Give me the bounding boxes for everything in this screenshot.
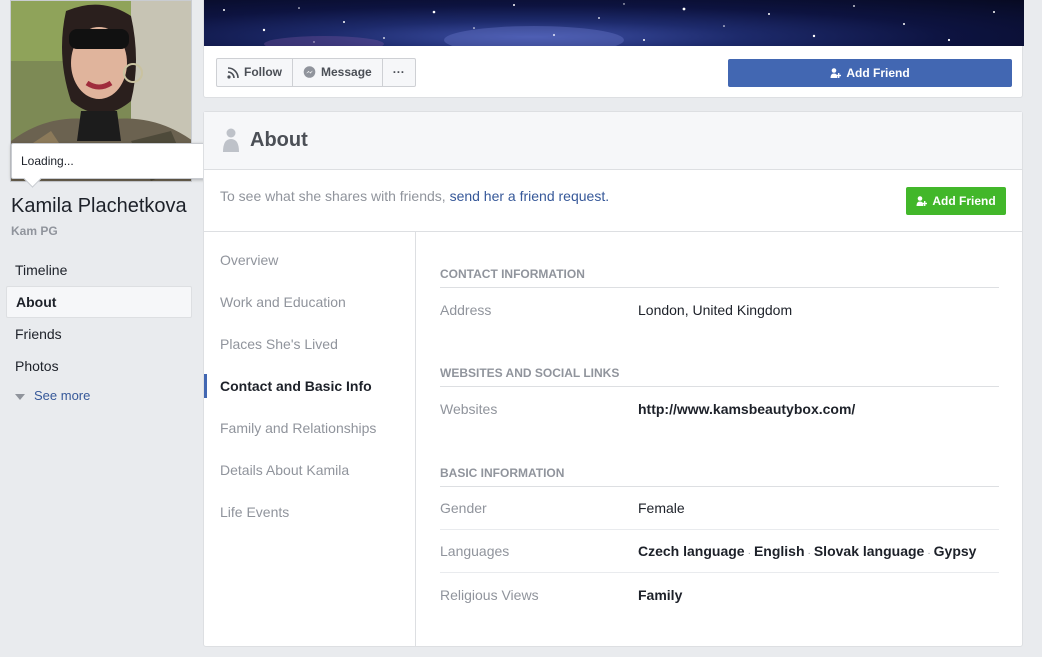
more-dots-icon: ··· bbox=[392, 65, 405, 79]
see-more-label: See more bbox=[34, 388, 91, 403]
add-friend-button[interactable]: Add Friend bbox=[728, 59, 1012, 87]
section-title: WEBSITES AND SOCIAL LINKS bbox=[440, 366, 999, 387]
website-link[interactable]: http://www.kamsbeautybox.com/ bbox=[638, 401, 855, 417]
language-link[interactable]: Slovak language bbox=[814, 543, 924, 559]
about-nav-overview[interactable]: Overview bbox=[204, 239, 415, 281]
about-nav-work-education[interactable]: Work and Education bbox=[204, 281, 415, 323]
languages-value: Czech language · English · Slovak language · G… bbox=[638, 543, 976, 559]
add-friend-green-button[interactable]: Add Friend bbox=[906, 187, 1006, 215]
see-more-link[interactable]: See more bbox=[6, 382, 192, 410]
person-icon bbox=[222, 128, 240, 157]
left-nav-about[interactable]: About bbox=[6, 286, 192, 318]
left-nav-friends[interactable]: Friends bbox=[6, 318, 192, 350]
info-row-websites: Websites http://www.kamsbeautybox.com/ bbox=[440, 387, 999, 430]
message-button[interactable]: Message bbox=[293, 59, 383, 86]
separator-dot: · bbox=[927, 548, 931, 559]
left-nav-photos[interactable]: Photos bbox=[6, 350, 192, 382]
language-link[interactable]: Gypsy bbox=[934, 543, 977, 559]
info-label: Religious Views bbox=[440, 586, 539, 603]
add-friend-icon bbox=[916, 195, 928, 207]
language-link[interactable]: English bbox=[754, 543, 805, 559]
left-nav: Timeline About Friends Photos See more bbox=[6, 254, 192, 410]
section-title: CONTACT INFORMATION bbox=[440, 267, 999, 288]
about-card: About To see what she shares with friend… bbox=[203, 111, 1023, 647]
notice-prefix: To see what she shares with friends, bbox=[220, 188, 450, 204]
websites-section: WEBSITES AND SOCIAL LINKS Websites http:… bbox=[440, 366, 999, 430]
notice-text: To see what she shares with friends, sen… bbox=[220, 188, 609, 204]
section-title: BASIC INFORMATION bbox=[440, 466, 999, 487]
follow-button[interactable]: Follow bbox=[217, 59, 293, 86]
info-label: Websites bbox=[440, 400, 498, 417]
contact-information-section: CONTACT INFORMATION Address London, Unit… bbox=[440, 267, 999, 331]
info-label: Address bbox=[440, 301, 492, 318]
info-label: Gender bbox=[440, 500, 487, 516]
profile-name[interactable]: Kamila Plachetkova bbox=[11, 195, 187, 218]
profile-action-buttons: Follow Message ··· bbox=[216, 58, 416, 87]
info-row-gender: Gender Female bbox=[440, 487, 999, 530]
add-friend-icon bbox=[830, 67, 842, 79]
about-section-nav: Overview Work and Education Places She's… bbox=[204, 232, 416, 647]
basic-information-section: BASIC INFORMATION Gender Female Language… bbox=[440, 466, 999, 616]
info-row-address: Address London, United Kingdom bbox=[440, 288, 999, 331]
religious-views-value[interactable]: Family bbox=[638, 587, 682, 603]
language-link[interactable]: Czech language bbox=[638, 543, 745, 559]
info-label: Languages bbox=[440, 543, 510, 559]
friend-request-notice: To see what she shares with friends, sen… bbox=[204, 170, 1022, 232]
send-friend-request-link[interactable]: send her a friend request. bbox=[450, 188, 610, 204]
about-nav-family-relationships[interactable]: Family and Relationships bbox=[204, 407, 415, 449]
cover-photo[interactable] bbox=[204, 0, 1024, 46]
address-value[interactable]: London, United Kingdom bbox=[638, 302, 792, 318]
about-nav-details[interactable]: Details About Kamila bbox=[204, 449, 415, 491]
add-friend-green-label: Add Friend bbox=[932, 194, 996, 208]
message-label: Message bbox=[321, 65, 372, 79]
profile-header-card: Follow Message ··· Add Friend bbox=[203, 0, 1024, 98]
left-nav-timeline[interactable]: Timeline bbox=[6, 254, 192, 286]
info-row-languages: Languages Czech language · English · Slovak … bbox=[440, 530, 999, 573]
about-nav-places-lived[interactable]: Places She's Lived bbox=[204, 323, 415, 365]
info-row-religious-views: Religious Views Family bbox=[440, 573, 999, 616]
about-title: About bbox=[250, 129, 308, 151]
follow-label: Follow bbox=[244, 65, 282, 79]
caret-down-icon bbox=[15, 393, 25, 400]
more-options-button[interactable]: ··· bbox=[383, 59, 415, 86]
about-header: About bbox=[204, 112, 1022, 170]
separator-dot: · bbox=[807, 548, 811, 559]
rss-icon bbox=[227, 66, 239, 79]
about-nav-contact-basic-info[interactable]: Contact and Basic Info bbox=[204, 365, 415, 407]
loading-text: Loading... bbox=[21, 154, 74, 168]
messenger-icon bbox=[303, 66, 316, 79]
separator-dot: · bbox=[747, 548, 751, 559]
gender-value: Female bbox=[638, 500, 685, 516]
about-nav-life-events[interactable]: Life Events bbox=[204, 491, 415, 533]
add-friend-label: Add Friend bbox=[846, 66, 910, 80]
profile-alternate-name: Kam PG bbox=[11, 224, 58, 238]
